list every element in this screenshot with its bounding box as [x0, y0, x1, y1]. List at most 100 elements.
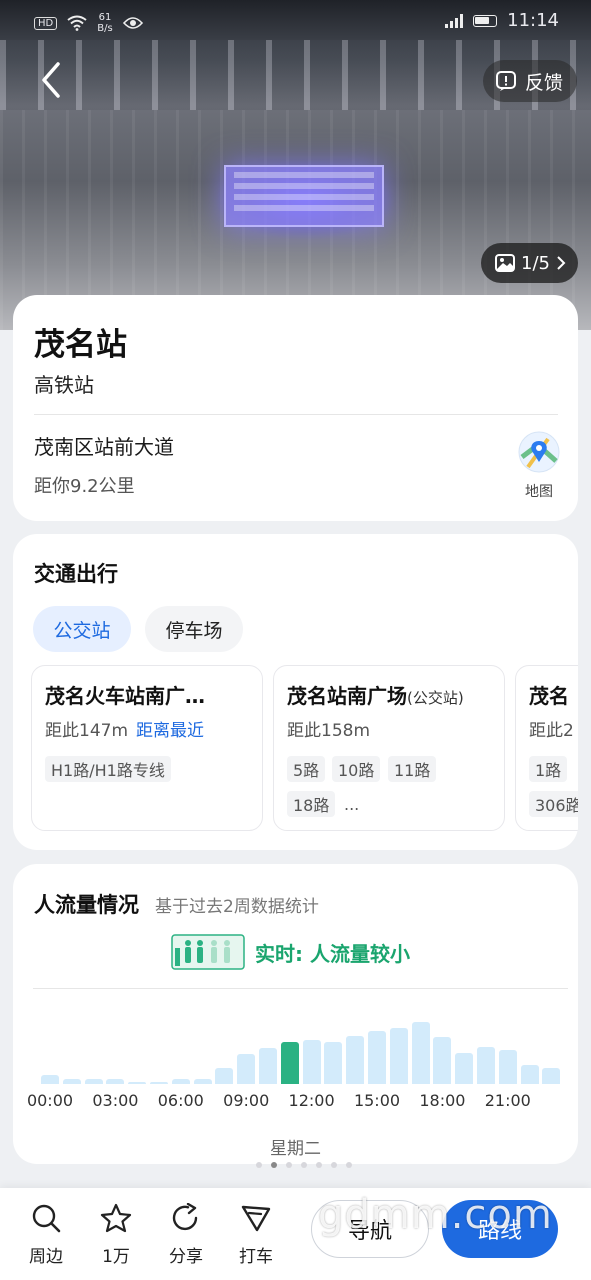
crowd-flow-chart[interactable]: 00:00 03:00 06:00 09:00 12:00 15:00 18:00 21:00 — [13, 994, 578, 1124]
flow-subtitle: 基于过去2周数据统计 — [155, 897, 319, 917]
chart-bar — [389, 1028, 408, 1084]
star-icon — [100, 1203, 132, 1233]
chart-tick-label: 12:00 — [288, 1091, 335, 1110]
divider — [33, 988, 568, 989]
battery-icon — [473, 14, 498, 27]
chart-tick-label: 03:00 — [92, 1091, 139, 1110]
crowd-icon — [171, 934, 245, 970]
route-chip: 1路 — [529, 756, 568, 782]
nearby-button[interactable]: 周边 — [18, 1203, 74, 1267]
page-dot — [346, 1162, 352, 1168]
route-chip: 306路 — [529, 791, 578, 817]
route-chip: 11路 — [388, 756, 437, 782]
nearby-label: 周边 — [29, 1247, 63, 1267]
chart-bar — [193, 1079, 212, 1084]
chart-bar — [128, 1082, 147, 1084]
realtime-status: 实时: 人流量较小 — [171, 934, 410, 970]
bus-stop-card[interactable]: 茂名站南广场(公交站) 距此158m 5路 10路 11路 18路 ... — [273, 665, 505, 831]
chart-bar — [542, 1068, 561, 1084]
page-dot — [271, 1162, 277, 1168]
weekday-label: 星期二 — [270, 1139, 321, 1159]
chart-bars — [13, 994, 578, 1084]
photo-counter-button[interactable]: 1/5 — [481, 243, 578, 283]
poi-type: 高铁站 — [34, 373, 94, 397]
feedback-button[interactable]: 反馈 — [483, 60, 577, 102]
page-indicator — [256, 1162, 352, 1168]
eye-icon — [122, 17, 143, 29]
signal-icon — [445, 13, 464, 28]
divider — [34, 414, 558, 415]
bus-stop-distance: 距此2 — [529, 721, 574, 741]
poi-distance: 距你9.2公里 — [34, 476, 135, 497]
chart-tick-label: 21:00 — [484, 1091, 531, 1110]
realtime-text: 实时: 人流量较小 — [255, 941, 410, 966]
chart-bar — [498, 1049, 517, 1084]
map-button[interactable]: 地图 — [516, 431, 562, 501]
flow-title: 人流量情况 — [34, 893, 139, 917]
poi-name: 茂名站 — [34, 327, 127, 363]
clock: 11:14 — [507, 10, 559, 31]
chart-tick-label: 09:00 — [223, 1091, 270, 1110]
bus-stop-card[interactable]: 茂名火车站南广… 距此147m 距离最近 H1路/H1路专线 — [31, 665, 263, 831]
share-button[interactable]: 分享 — [158, 1202, 214, 1267]
chart-bar — [433, 1037, 452, 1084]
chart-bar — [346, 1035, 365, 1084]
bus-stop-distance: 距此147m 距离最近 — [45, 721, 205, 741]
map-label: 地图 — [525, 484, 553, 500]
chart-bar — [237, 1054, 256, 1084]
chart-bar — [171, 1079, 190, 1084]
bus-stop-card[interactable]: 茂名 距此2 1路 306路 — [515, 665, 578, 831]
transit-title: 交通出行 — [34, 562, 118, 586]
chart-tick-label: 00:00 — [26, 1091, 74, 1110]
route-chip: H1路/H1路专线 — [45, 756, 171, 782]
share-icon — [172, 1202, 198, 1231]
chart-bar — [150, 1082, 168, 1084]
photo-counter: 1/5 — [521, 252, 550, 274]
image-icon — [495, 254, 515, 272]
chevron-left-icon — [42, 62, 60, 98]
bus-stop-name: 茂名站南广场(公交站) — [287, 684, 464, 708]
chart-bar — [280, 1042, 299, 1084]
chart-bar — [106, 1079, 125, 1084]
tab-parking[interactable]: 停车场 — [145, 606, 243, 652]
favorite-button[interactable]: 1万 — [88, 1203, 144, 1267]
chart-bar — [411, 1021, 430, 1084]
chart-bar — [455, 1052, 474, 1084]
page-dot — [286, 1162, 292, 1168]
route-chip: 5路 — [287, 756, 326, 782]
wifi-icon — [67, 15, 87, 31]
chart-tick-label: 15:00 — [353, 1091, 401, 1110]
crowd-flow-card: 人流量情况 基于过去2周数据统计 实时: 人流量较小 00:00 03:00 06:… — [13, 864, 578, 1168]
chart-bar — [302, 1040, 321, 1084]
chart-bar — [84, 1079, 103, 1084]
favorite-count: 1万 — [102, 1247, 130, 1267]
network-speed: 61 B/s — [97, 12, 113, 34]
chart-tick-label: 06:00 — [157, 1091, 204, 1110]
chart-bar — [520, 1065, 539, 1084]
chart-tick-label: 18:00 — [419, 1091, 466, 1110]
chart-bar — [324, 1042, 343, 1084]
chevron-right-icon — [557, 256, 566, 270]
tab-bus-stops[interactable]: 公交站 — [33, 606, 131, 652]
taxi-label: 打车 — [239, 1247, 273, 1267]
bus-stop-name: 茂名 — [529, 684, 569, 708]
bus-stop-distance: 距此158m — [287, 721, 371, 741]
search-icon — [32, 1204, 61, 1233]
page-dot — [256, 1162, 262, 1168]
more-routes: ... — [344, 794, 360, 814]
chart-bar — [477, 1046, 495, 1084]
chart-bar — [215, 1068, 234, 1084]
watermark: gdmm.com — [318, 1192, 553, 1238]
page-dot — [301, 1162, 307, 1168]
route-chip: 10路 — [332, 756, 381, 782]
chart-bar — [368, 1031, 386, 1084]
feedback-label: 反馈 — [525, 71, 564, 94]
alert-icon — [496, 71, 516, 91]
taxi-button[interactable]: 打车 — [228, 1203, 284, 1267]
poi-address[interactable]: 茂南区站前大道 — [34, 431, 174, 460]
page-dot — [316, 1162, 322, 1168]
map-icon — [518, 431, 560, 473]
chart-bar — [259, 1048, 277, 1084]
back-button[interactable] — [34, 60, 70, 100]
poi-info-card: 茂名站 高铁站 茂南区站前大道 距你9.2公里 地图 — [13, 295, 578, 521]
